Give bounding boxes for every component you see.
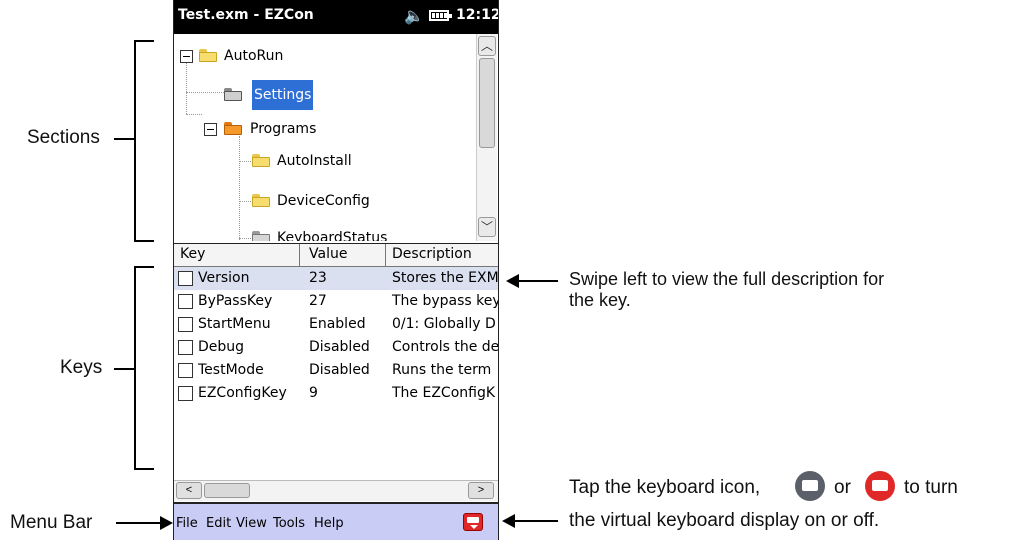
- swipe-note-line2: the key.: [569, 290, 631, 310]
- tree-line: [186, 114, 202, 115]
- row-checkbox[interactable]: [178, 386, 193, 401]
- cell-key: ByPassKey: [198, 293, 273, 309]
- cell-key: EZConfigKey: [198, 385, 287, 401]
- menu-bar-label: Menu Bar: [10, 512, 93, 533]
- tap-note-line2: the virtual keyboard display on or off.: [569, 510, 880, 531]
- sections-label: Sections: [27, 127, 100, 148]
- tree-line: [239, 238, 251, 239]
- scroll-left-button[interactable]: <: [176, 482, 202, 499]
- folder-icon: [224, 122, 242, 135]
- cell-value: 23: [309, 270, 327, 286]
- row-checkbox[interactable]: [178, 317, 193, 332]
- window-title: Test.exm - EZCon: [178, 7, 314, 23]
- clock[interactable]: 12:12: [456, 7, 498, 23]
- title-bar: Test.exm - EZCon 🔈 12:12: [174, 0, 498, 34]
- scroll-thumb[interactable]: [479, 58, 495, 148]
- row-checkbox[interactable]: [178, 363, 193, 378]
- menu-bar-connector: [116, 522, 160, 524]
- tree-node-label: Programs: [250, 121, 317, 137]
- menu-bar-arrow: [160, 516, 173, 530]
- table-row[interactable]: ByPassKey 27 The bypass key: [174, 290, 498, 313]
- table-row[interactable]: StartMenu Enabled 0/1: Globally D: [174, 313, 498, 336]
- tree-vertical-scrollbar[interactable]: ︿ ﹀: [476, 34, 497, 241]
- cell-description: 0/1: Globally D: [392, 316, 496, 332]
- sections-tree[interactable]: AutoRun Settings Programs AutoInstall De…: [174, 34, 476, 241]
- cell-description: Stores the EXM: [392, 270, 498, 286]
- keys-connector: [114, 368, 134, 370]
- folder-icon: [199, 49, 217, 62]
- table-row[interactable]: Debug Disabled Controls the de: [174, 336, 498, 359]
- volume-icon[interactable]: 🔈: [404, 6, 424, 26]
- tree-node-label: DeviceConfig: [277, 193, 370, 209]
- swipe-note-line1: Swipe left to view the full description …: [569, 269, 885, 289]
- keyboard-off-icon: [795, 471, 825, 501]
- keyboard-on-icon: [865, 471, 895, 501]
- scroll-thumb[interactable]: [204, 483, 250, 498]
- cell-key: StartMenu: [198, 316, 271, 332]
- tree-node-label: KeyboardStatus: [277, 230, 388, 241]
- grid-header: Key Value Description: [174, 243, 498, 267]
- row-checkbox[interactable]: [178, 340, 193, 355]
- cell-key: Version: [198, 270, 250, 286]
- keys-grid[interactable]: Key Value Description Version 23 Stores …: [174, 243, 498, 483]
- folder-icon: [252, 154, 270, 167]
- tree-node-label: AutoRun: [224, 48, 284, 64]
- cell-value: 9: [309, 385, 318, 401]
- menu-bar: File Edit View Tools Help: [174, 502, 498, 540]
- menu-edit[interactable]: Edit: [206, 516, 231, 531]
- cell-key: Debug: [198, 339, 245, 355]
- cell-key: TestMode: [198, 362, 264, 378]
- cell-description: Controls the de: [392, 339, 498, 355]
- tree-line: [186, 62, 187, 114]
- battery-icon[interactable]: [429, 10, 452, 21]
- menu-file[interactable]: File: [176, 516, 198, 531]
- device-screen: Test.exm - EZCon 🔈 12:12 AutoRun Setting…: [173, 0, 499, 540]
- row-checkbox[interactable]: [178, 271, 193, 286]
- grid-horizontal-scrollbar[interactable]: < >: [174, 480, 498, 501]
- keys-bracket: [134, 266, 154, 470]
- keyboard-connector: [514, 520, 558, 522]
- collapse-icon[interactable]: [180, 50, 193, 63]
- menu-tools[interactable]: Tools: [273, 516, 305, 531]
- keys-label: Keys: [60, 357, 103, 378]
- scroll-right-button[interactable]: >: [468, 482, 494, 499]
- keyboard-toggle-icon[interactable]: [463, 513, 483, 531]
- scroll-up-button[interactable]: ︿: [478, 36, 496, 56]
- open-folder-icon: [224, 88, 242, 101]
- tap-note-line1c: to turn: [904, 477, 958, 498]
- column-header-value[interactable]: Value: [309, 246, 347, 262]
- swipe-connector: [518, 280, 558, 282]
- column-separator[interactable]: [385, 244, 386, 266]
- cell-description: Runs the term: [392, 362, 492, 378]
- tree-line: [239, 201, 251, 202]
- folder-icon: [252, 231, 270, 241]
- cell-description: The bypass key: [392, 293, 498, 309]
- table-row[interactable]: EZConfigKey 9 The EZConfigK: [174, 382, 498, 405]
- tree-line: [186, 92, 224, 93]
- table-row[interactable]: Version 23 Stores the EXM: [174, 267, 498, 290]
- cell-description: The EZConfigK: [392, 385, 496, 401]
- folder-icon: [252, 194, 270, 207]
- cell-value: Disabled: [309, 339, 370, 355]
- tree-line: [239, 161, 251, 162]
- tree-node-label: AutoInstall: [277, 153, 352, 169]
- tap-note-line1a: Tap the keyboard icon,: [569, 477, 761, 498]
- cell-value: 27: [309, 293, 327, 309]
- table-row[interactable]: TestMode Disabled Runs the term: [174, 359, 498, 382]
- column-separator[interactable]: [299, 244, 300, 266]
- tree-node-label: Settings: [252, 80, 314, 110]
- scroll-down-button[interactable]: ﹀: [478, 217, 496, 237]
- tree-line: [239, 136, 240, 241]
- collapse-icon[interactable]: [204, 123, 217, 136]
- cell-value: Disabled: [309, 362, 370, 378]
- menu-help[interactable]: Help: [314, 516, 344, 531]
- cell-value: Enabled: [309, 316, 366, 332]
- column-header-description[interactable]: Description: [392, 246, 472, 262]
- sections-connector: [114, 138, 134, 140]
- row-checkbox[interactable]: [178, 294, 193, 309]
- column-header-key[interactable]: Key: [180, 246, 205, 262]
- tap-note-or: or: [834, 477, 851, 498]
- sections-bracket: [134, 40, 154, 242]
- menu-view[interactable]: View: [236, 516, 267, 531]
